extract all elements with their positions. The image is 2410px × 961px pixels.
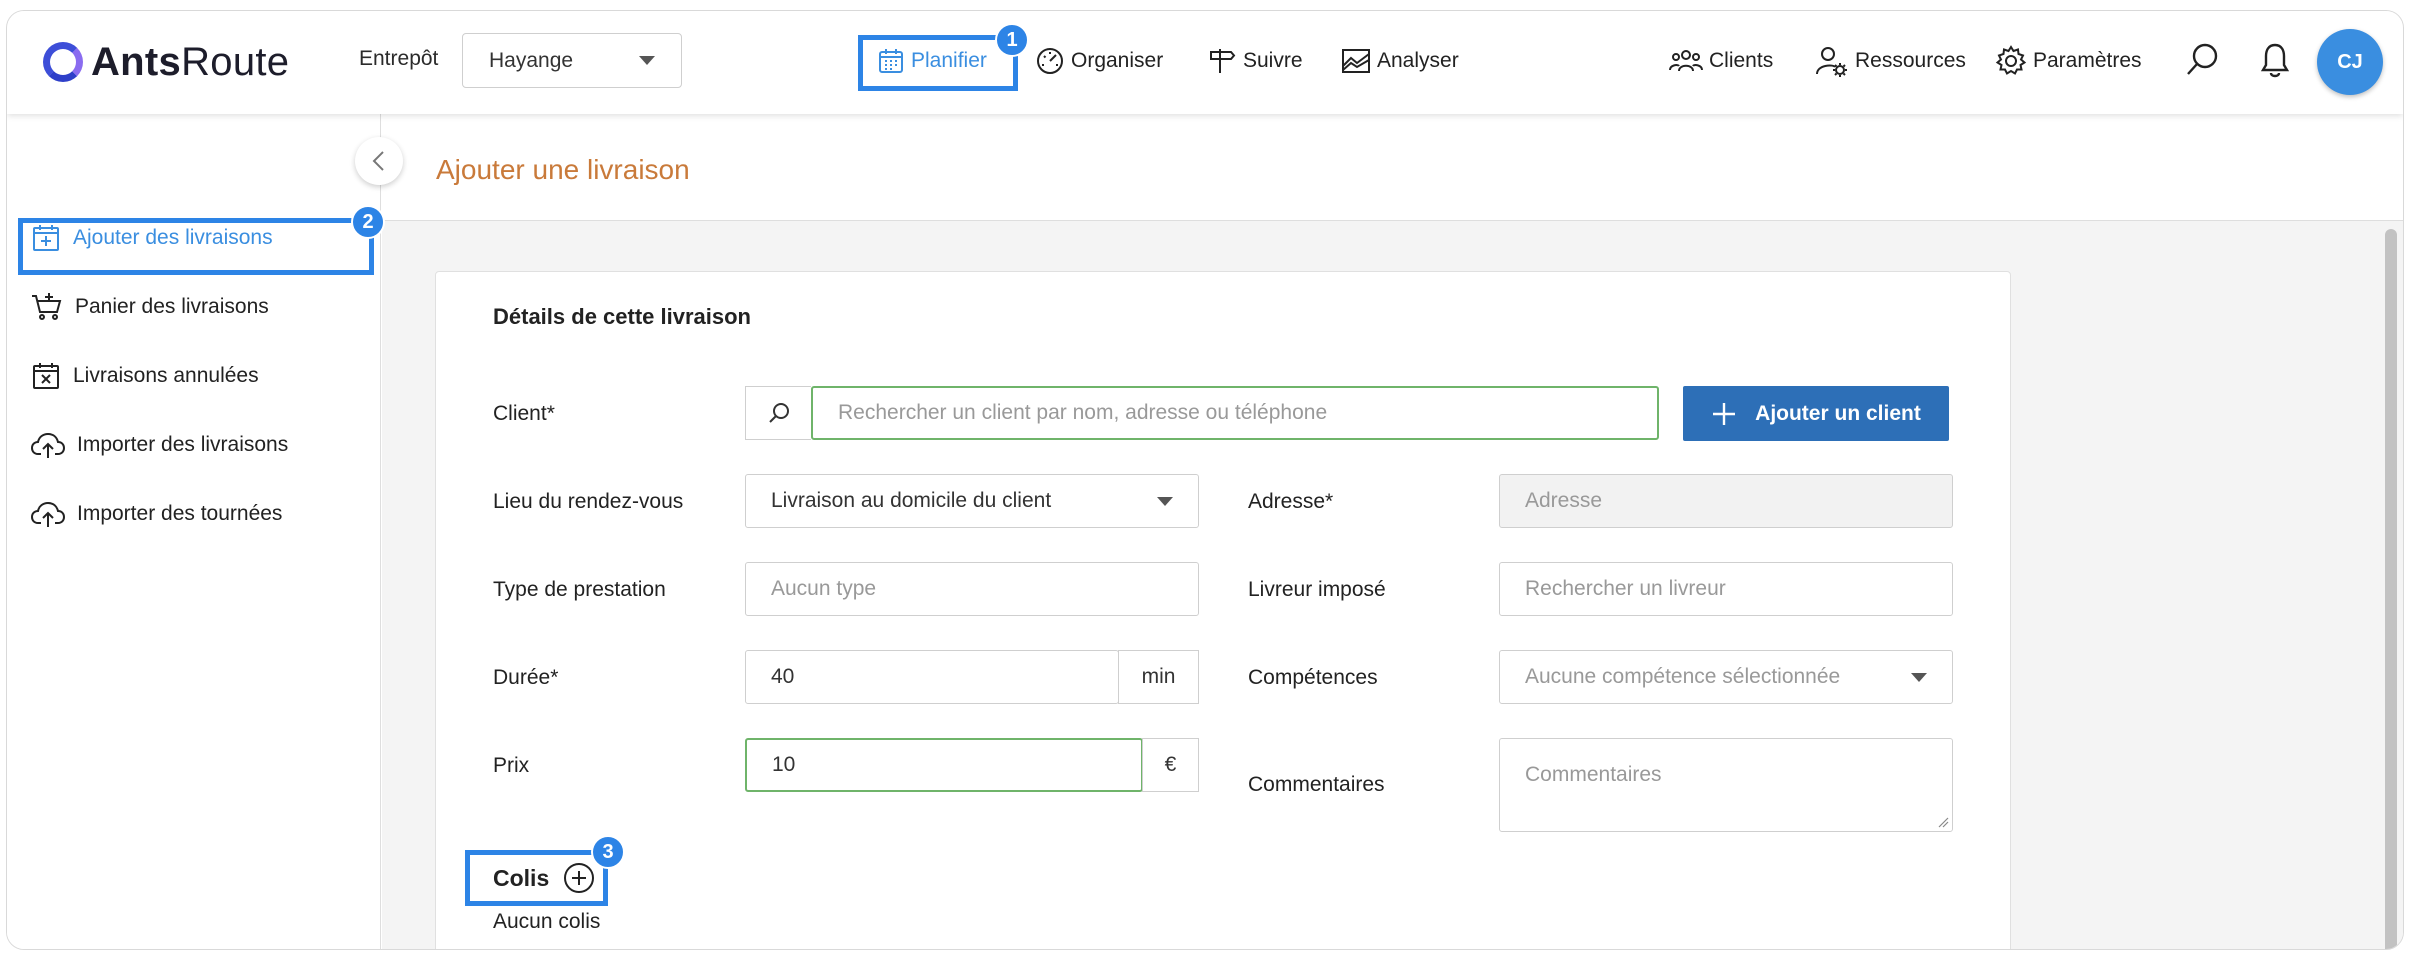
nav-clients[interactable]: Clients bbox=[1669, 39, 1773, 83]
duration-label: Durée* bbox=[493, 666, 559, 689]
add-client-label: Ajouter un client bbox=[1755, 401, 1921, 425]
sidebar-item-label: Livraisons annulées bbox=[73, 364, 259, 387]
sidebar-item-import-deliveries[interactable]: Importer des livraisons bbox=[31, 425, 288, 465]
warehouse-label: Entrepôt bbox=[359, 47, 439, 70]
client-search-input[interactable]: Rechercher un client par nom, adresse ou… bbox=[811, 386, 1659, 440]
nav-organiser-label: Organiser bbox=[1071, 49, 1164, 72]
price-input[interactable]: 10 bbox=[745, 738, 1143, 792]
page-title-bar: Ajouter une livraison bbox=[382, 114, 2403, 221]
skills-select-value: Aucune compétence sélectionnée bbox=[1525, 665, 1841, 688]
nav-clients-label: Clients bbox=[1709, 49, 1774, 72]
callout-highlight-3 bbox=[465, 850, 608, 906]
meeting-place-label: Lieu du rendez-vous bbox=[493, 490, 684, 513]
user-avatar[interactable]: CJ bbox=[2317, 29, 2383, 95]
comments-label: Commentaires bbox=[1248, 773, 1385, 796]
sidebar-item-label: Panier des livraisons bbox=[75, 295, 269, 318]
user-gear-icon bbox=[1816, 47, 1847, 77]
search-icon bbox=[768, 403, 789, 423]
sidebar-collapse-button[interactable] bbox=[355, 137, 403, 185]
no-colis-text: Aucun colis bbox=[493, 910, 601, 933]
area-chart-icon bbox=[1342, 49, 1370, 73]
signpost-icon bbox=[1210, 49, 1236, 73]
speedometer-icon bbox=[1037, 48, 1063, 74]
callout-highlight-2 bbox=[18, 218, 374, 275]
logo-mark-icon bbox=[43, 42, 83, 82]
sidebar-item-cancelled-deliveries[interactable]: Livraisons annulées bbox=[31, 356, 259, 396]
service-type-input[interactable]: Aucun type bbox=[745, 562, 1199, 616]
notifications-button[interactable] bbox=[2259, 41, 2291, 84]
callout-badge-3: 3 bbox=[591, 835, 625, 869]
address-input[interactable]: Adresse bbox=[1499, 474, 1953, 528]
users-group-icon bbox=[1669, 50, 1703, 72]
callout-highlight-1 bbox=[858, 35, 1018, 91]
cloud-upload-icon bbox=[31, 432, 65, 458]
nav-suivre-label: Suivre bbox=[1243, 49, 1303, 72]
cloud-upload-icon bbox=[31, 501, 65, 527]
client-label: Client* bbox=[493, 402, 555, 425]
address-label: Adresse* bbox=[1248, 490, 1334, 513]
skills-select[interactable]: Aucune compétence sélectionnée bbox=[1499, 650, 1953, 704]
sidebar-item-delivery-basket[interactable]: Panier des livraisons bbox=[31, 287, 269, 327]
chevron-down-icon bbox=[639, 56, 655, 65]
comments-textarea[interactable]: Commentaires bbox=[1499, 738, 1953, 832]
logo-text: AntsRoute bbox=[91, 39, 290, 84]
imposed-driver-label: Livreur imposé bbox=[1248, 578, 1386, 601]
sidebar-item-import-tours[interactable]: Importer des tournées bbox=[31, 494, 282, 534]
cart-plus-icon bbox=[32, 293, 62, 320]
nav-ressources-label: Ressources bbox=[1855, 49, 1966, 72]
bell-icon bbox=[2260, 43, 2290, 78]
price-label: Prix bbox=[493, 754, 530, 777]
search-icon bbox=[2187, 43, 2218, 75]
chevron-down-icon bbox=[1911, 672, 1927, 682]
chevron-left-icon bbox=[372, 151, 384, 171]
sidebar-item-label: Importer des tournées bbox=[77, 502, 283, 525]
nav-parametres-label: Paramètres bbox=[2033, 49, 2142, 72]
resize-grip-icon[interactable] bbox=[1937, 816, 1949, 828]
meeting-place-value: Livraison au domicile du client bbox=[771, 489, 1052, 512]
price-unit: € bbox=[1142, 738, 1199, 792]
comments-placeholder: Commentaires bbox=[1525, 763, 1662, 786]
imposed-driver-input[interactable]: Rechercher un livreur bbox=[1499, 562, 1953, 616]
nav-analyser[interactable]: Analyser bbox=[1341, 39, 1459, 83]
vertical-scrollbar[interactable] bbox=[2385, 229, 2397, 949]
search-button[interactable] bbox=[2185, 41, 2221, 84]
delivery-details-card: Détails de cette livraison Client* Reche… bbox=[435, 271, 2011, 949]
antsroute-logo[interactable]: AntsRoute bbox=[43, 37, 289, 87]
section-title: Détails de cette livraison bbox=[493, 304, 751, 329]
main-content: Détails de cette livraison Client* Reche… bbox=[382, 221, 2403, 949]
callout-badge-1: 1 bbox=[995, 23, 1029, 57]
page-title: Ajouter une livraison bbox=[436, 154, 690, 185]
warehouse-select[interactable]: Hayange bbox=[462, 33, 682, 88]
client-search-button[interactable] bbox=[745, 386, 811, 440]
skills-label: Compétences bbox=[1248, 666, 1378, 689]
service-type-label: Type de prestation bbox=[493, 578, 666, 601]
top-header: AntsRoute Entrepôt Hayange Planifier 1 O… bbox=[7, 11, 2403, 114]
duration-unit: min bbox=[1118, 650, 1199, 704]
meeting-place-select[interactable]: Livraison au domicile du client bbox=[745, 474, 1199, 528]
duration-input[interactable]: 40 bbox=[745, 650, 1119, 704]
callout-badge-2: 2 bbox=[351, 205, 385, 239]
plus-icon bbox=[1713, 402, 1736, 425]
add-client-button[interactable]: Ajouter un client bbox=[1683, 386, 1949, 441]
sidebar-item-label: Importer des livraisons bbox=[77, 433, 289, 456]
app-window: AntsRoute Entrepôt Hayange Planifier 1 O… bbox=[6, 10, 2404, 950]
chevron-down-icon bbox=[1157, 496, 1173, 506]
gear-icon bbox=[1995, 45, 2027, 75]
nav-parametres[interactable]: Paramètres bbox=[1995, 39, 2142, 83]
warehouse-select-value: Hayange bbox=[489, 48, 574, 72]
nav-analyser-label: Analyser bbox=[1377, 49, 1459, 72]
calendar-x-icon bbox=[33, 363, 59, 389]
nav-suivre[interactable]: Suivre bbox=[1207, 39, 1303, 83]
nav-ressources[interactable]: Ressources bbox=[1815, 39, 1966, 83]
nav-organiser[interactable]: Organiser bbox=[1035, 39, 1163, 83]
